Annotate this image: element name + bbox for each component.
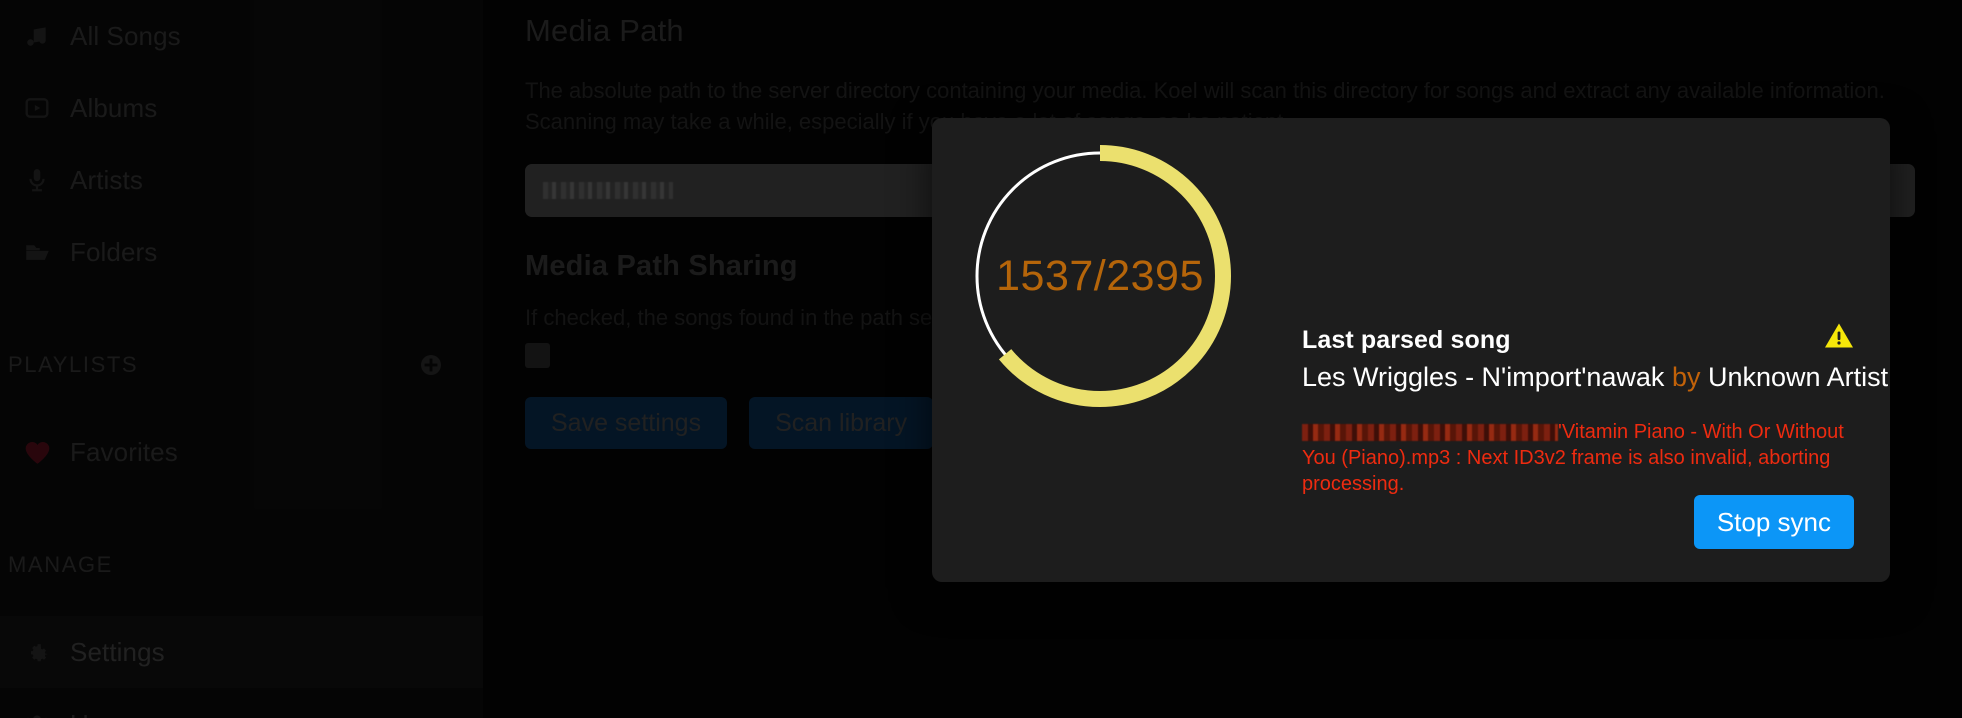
save-settings-button[interactable]: Save settings — [525, 397, 728, 449]
gear-icon — [8, 640, 66, 665]
playlists-header-label: PLAYLISTS — [8, 352, 139, 377]
media-path-sharing-checkbox[interactable] — [525, 343, 550, 368]
heart-icon — [8, 440, 66, 465]
scan-library-button[interactable]: Scan library — [749, 397, 934, 449]
sidebar-section-playlists: PLAYLISTS — [0, 340, 483, 390]
song-by-word: by — [1671, 362, 1701, 392]
media-path-title: Media Path — [525, 13, 684, 48]
sidebar-item-label: Albums — [70, 92, 158, 123]
sidebar-item-favorites[interactable]: Favorites — [0, 416, 483, 488]
sync-progress-dialog: 1537/2395 Last parsed song Les Wriggles … — [932, 118, 1890, 582]
sidebar-item-label: Favorites — [70, 436, 178, 467]
sidebar-item-label: All Songs — [70, 20, 181, 51]
sidebar-item-label: Users — [66, 709, 138, 718]
sidebar-item-label: Folders — [70, 236, 158, 267]
sidebar-item-folders[interactable]: Folders — [0, 216, 483, 288]
album-play-icon — [8, 95, 66, 121]
last-parsed-song-value: Les Wriggles - N'import'nawak by Unknown… — [1302, 355, 1888, 393]
warning-triangle-icon — [1824, 322, 1854, 349]
stop-sync-button[interactable]: Stop sync — [1693, 495, 1854, 549]
redacted-path-value — [543, 182, 673, 199]
sidebar-item-all-songs[interactable]: All Songs — [0, 0, 483, 72]
redacted-error-path — [1302, 424, 1558, 441]
sidebar-item-users[interactable]: Users — [0, 688, 483, 718]
koel-app-window: All Songs Albums Artists Folders PLAYLIS… — [0, 0, 1962, 718]
sidebar-item-label: Artists — [70, 164, 143, 195]
music-note-icon — [8, 23, 66, 49]
sidebar-section-manage: MANAGE — [0, 540, 483, 590]
microphone-icon — [8, 167, 66, 193]
sidebar: All Songs Albums Artists Folders PLAYLIS… — [0, 0, 483, 718]
sidebar-item-label: Settings — [70, 636, 165, 667]
sidebar-item-albums[interactable]: Albums — [0, 72, 483, 144]
manage-header-label: MANAGE — [8, 552, 113, 577]
last-parsed-song-heading: Last parsed song — [1302, 326, 1511, 354]
song-title: Les Wriggles - N'import'nawak — [1302, 362, 1665, 392]
sync-error-message: 'Vitamin Piano - With Or Without You (Pi… — [1302, 393, 1854, 497]
sidebar-item-settings[interactable]: Settings — [0, 616, 483, 688]
folder-icon — [8, 239, 66, 266]
sidebar-item-artists[interactable]: Artists — [0, 144, 483, 216]
progress-counter: 1537/2395 — [996, 251, 1204, 300]
plus-circle-icon[interactable] — [419, 353, 443, 377]
users-icon — [8, 712, 66, 718]
last-parsed-song-block: Last parsed song Les Wriggles - N'import… — [1302, 323, 1888, 497]
song-artist: Unknown Artist — [1708, 362, 1889, 392]
sync-progress-ring: 1537/2395 — [960, 136, 1240, 416]
